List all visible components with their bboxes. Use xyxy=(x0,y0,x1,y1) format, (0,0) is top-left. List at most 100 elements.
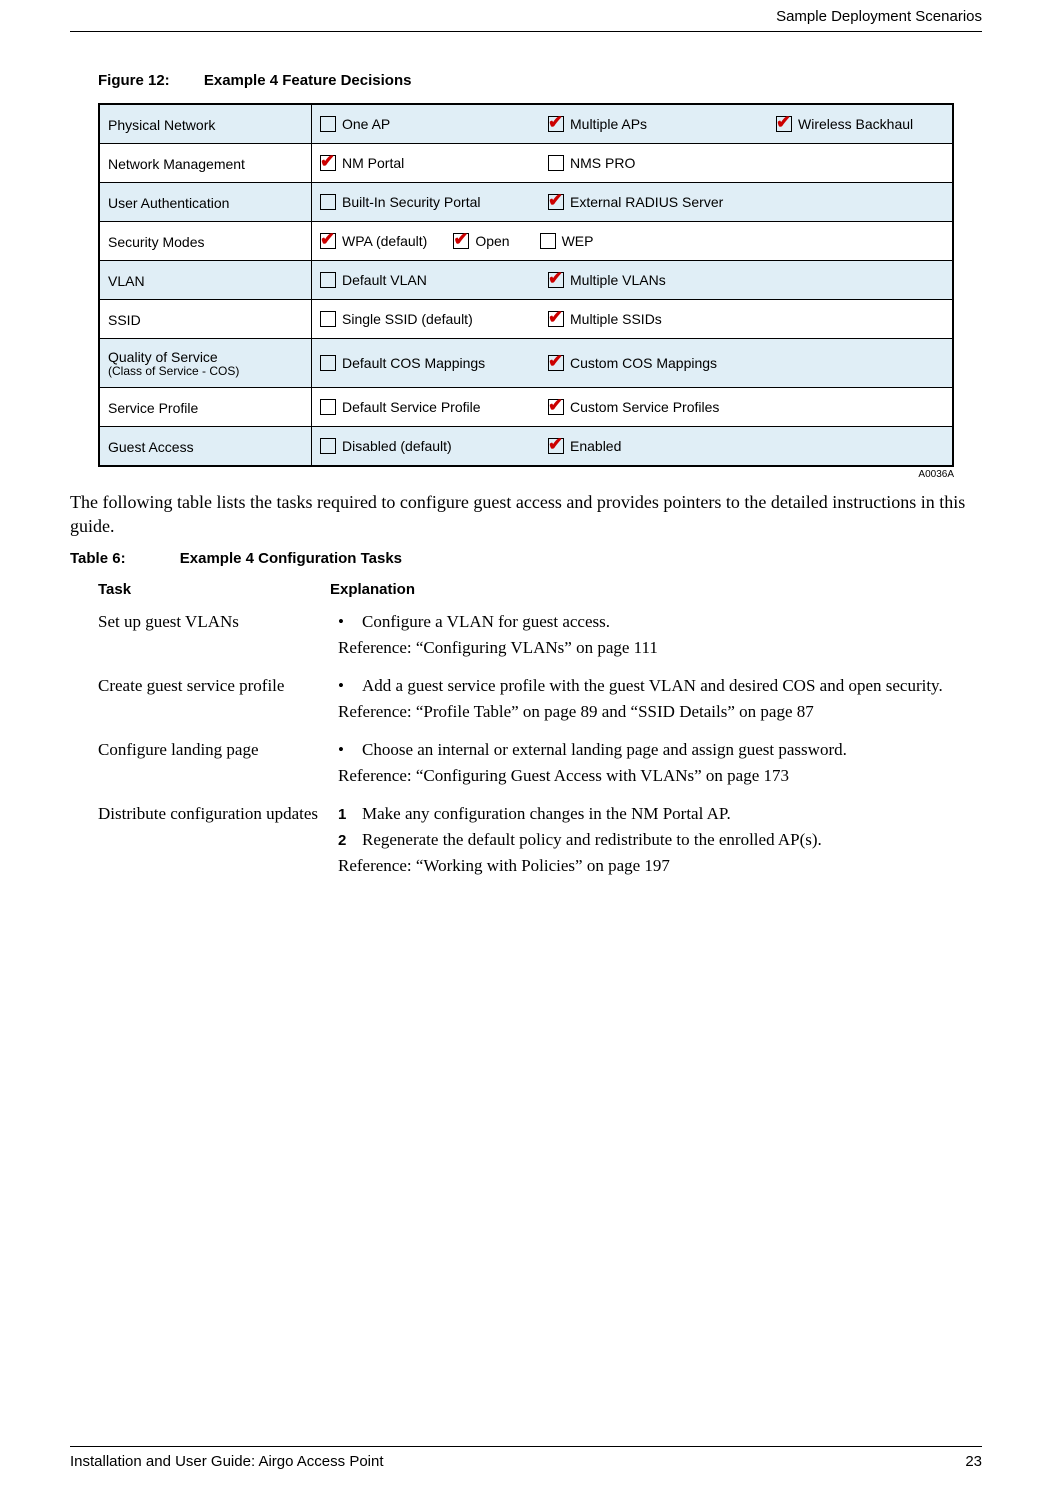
feature-row: Security Modes WPA (default) Open WEP xyxy=(100,221,952,260)
feature-options: NM PortalNMS PRO xyxy=(312,144,952,182)
figure-title: Example 4 Feature Decisions xyxy=(204,72,412,89)
figure-art-id: A0036A xyxy=(98,469,954,480)
bullet-step: •Configure a VLAN for guest access. xyxy=(338,612,978,632)
step-text: Regenerate the default policy and redist… xyxy=(362,830,822,850)
checkbox-empty-icon xyxy=(320,399,336,415)
feature-option: Custom Service Profiles xyxy=(548,399,776,415)
feature-option-label: NM Portal xyxy=(342,155,404,171)
feature-options: Built-In Security Portal External RADIUS … xyxy=(312,183,952,221)
checkbox-empty-icon xyxy=(548,155,564,171)
task-explanation: •Choose an internal or external landing … xyxy=(338,740,978,786)
task-explanation: 1Make any configuration changes in the N… xyxy=(338,804,978,876)
bullet-step: •Add a guest service profile with the gu… xyxy=(338,676,978,696)
feature-row: Physical Network One AP Multiple APs Wirele… xyxy=(100,105,952,143)
feature-option: External RADIUS Server xyxy=(548,194,776,210)
feature-option-label: Default COS Mappings xyxy=(342,355,485,371)
feature-row-label: Service Profile xyxy=(100,388,312,426)
checkbox-checked-icon xyxy=(548,311,564,327)
feature-option: Wireless Backhaul xyxy=(776,116,913,132)
feature-options: WPA (default) Open WEP xyxy=(312,222,952,260)
header-rule xyxy=(70,31,982,32)
feature-option: Disabled (default) xyxy=(320,438,548,454)
step-number: 2 xyxy=(338,830,362,850)
task-table: Task Explanation Set up guest VLANs•Conf… xyxy=(98,581,978,876)
task-name: Distribute configuration updates xyxy=(98,804,338,876)
feature-option: WEP xyxy=(540,233,594,249)
feature-option: Single SSID (default) xyxy=(320,311,548,327)
task-row: Configure landing page•Choose an interna… xyxy=(98,740,978,786)
checkbox-checked-icon xyxy=(548,272,564,288)
table-number: Table 6: xyxy=(70,550,126,567)
numbered-step: 1Make any configuration changes in the N… xyxy=(338,804,978,824)
feature-row-label: Quality of Service(Class of Service - CO… xyxy=(100,339,312,387)
feature-row-label: VLAN xyxy=(100,261,312,299)
feature-row-label: Guest Access xyxy=(100,427,312,465)
feature-label-text: SSID xyxy=(108,312,303,328)
feature-option-label: WEP xyxy=(562,233,594,249)
feature-option-label: One AP xyxy=(342,116,390,132)
task-row: Create guest service profile•Add a guest… xyxy=(98,676,978,722)
feature-row: VLAN Default VLAN Multiple VLANs xyxy=(100,260,952,299)
feature-option-label: Default VLAN xyxy=(342,272,427,288)
checkbox-checked-icon xyxy=(548,194,564,210)
checkbox-checked-icon xyxy=(320,233,336,249)
feature-option-label: Open xyxy=(475,233,509,249)
footer-page-number: 23 xyxy=(965,1453,982,1470)
table-caption: Table 6: Example 4 Configuration Tasks xyxy=(70,550,982,567)
feature-option-label: Multiple SSIDs xyxy=(570,311,662,327)
feature-option: Default Service Profile xyxy=(320,399,548,415)
step-text: Make any configuration changes in the NM… xyxy=(362,804,731,824)
task-row: Set up guest VLANs•Configure a VLAN for … xyxy=(98,612,978,658)
feature-label-text: VLAN xyxy=(108,273,303,289)
task-name: Create guest service profile xyxy=(98,676,338,722)
task-row: Distribute configuration updates1Make an… xyxy=(98,804,978,876)
feature-option-label: Default Service Profile xyxy=(342,399,481,415)
checkbox-empty-icon xyxy=(320,272,336,288)
feature-options: Default COS MappingsCustom COS Mappings xyxy=(312,339,952,387)
task-table-header: Task Explanation xyxy=(98,581,978,598)
checkbox-checked-icon xyxy=(548,116,564,132)
step-number: 1 xyxy=(338,804,362,824)
feature-row-label: User Authentication xyxy=(100,183,312,221)
feature-option-label: Multiple VLANs xyxy=(570,272,666,288)
feature-option-label: Multiple APs xyxy=(570,116,647,132)
checkbox-checked-icon xyxy=(320,155,336,171)
task-name: Configure landing page xyxy=(98,740,338,786)
feature-label-text: Quality of Service xyxy=(108,349,303,365)
feature-option: Enabled xyxy=(548,438,776,454)
feature-option-label: Custom Service Profiles xyxy=(570,399,719,415)
step-text: Configure a VLAN for guest access. xyxy=(362,612,610,632)
feature-row: SSID Single SSID (default) Multiple SSIDs xyxy=(100,299,952,338)
running-header: Sample Deployment Scenarios xyxy=(70,0,982,31)
feature-option: Open xyxy=(453,233,509,249)
feature-options: One AP Multiple APs Wireless Backhaul xyxy=(312,105,952,143)
feature-option: One AP xyxy=(320,116,548,132)
feature-option: Multiple APs xyxy=(548,116,776,132)
feature-option-label: Wireless Backhaul xyxy=(798,116,913,132)
feature-row-label: Security Modes xyxy=(100,222,312,260)
feature-label-text: User Authentication xyxy=(108,195,303,211)
checkbox-empty-icon xyxy=(320,194,336,210)
checkbox-checked-icon xyxy=(548,399,564,415)
feature-option: WPA (default) xyxy=(320,233,427,249)
section-title: Sample Deployment Scenarios xyxy=(776,8,982,25)
figure-caption: Figure 12: Example 4 Feature Decisions xyxy=(98,72,982,89)
feature-options: Single SSID (default) Multiple SSIDs xyxy=(312,300,952,338)
feature-option-label: Built-In Security Portal xyxy=(342,194,481,210)
feature-label-text: Service Profile xyxy=(108,400,303,416)
bullet-icon: • xyxy=(338,612,362,632)
feature-option: Multiple SSIDs xyxy=(548,311,776,327)
feature-option: Multiple VLANs xyxy=(548,272,776,288)
feature-row: Network ManagementNM PortalNMS PRO xyxy=(100,143,952,182)
feature-option-label: WPA (default) xyxy=(342,233,427,249)
feature-option: NM Portal xyxy=(320,155,548,171)
table-title: Example 4 Configuration Tasks xyxy=(180,550,402,567)
checkbox-empty-icon xyxy=(320,311,336,327)
feature-option: Built-In Security Portal xyxy=(320,194,548,210)
checkbox-empty-icon xyxy=(320,438,336,454)
feature-label-text: Physical Network xyxy=(108,117,303,133)
feature-label-text: Security Modes xyxy=(108,234,303,250)
feature-option-label: Enabled xyxy=(570,438,621,454)
feature-row: Guest Access Disabled (default) Enabled xyxy=(100,426,952,465)
checkbox-checked-icon xyxy=(548,355,564,371)
